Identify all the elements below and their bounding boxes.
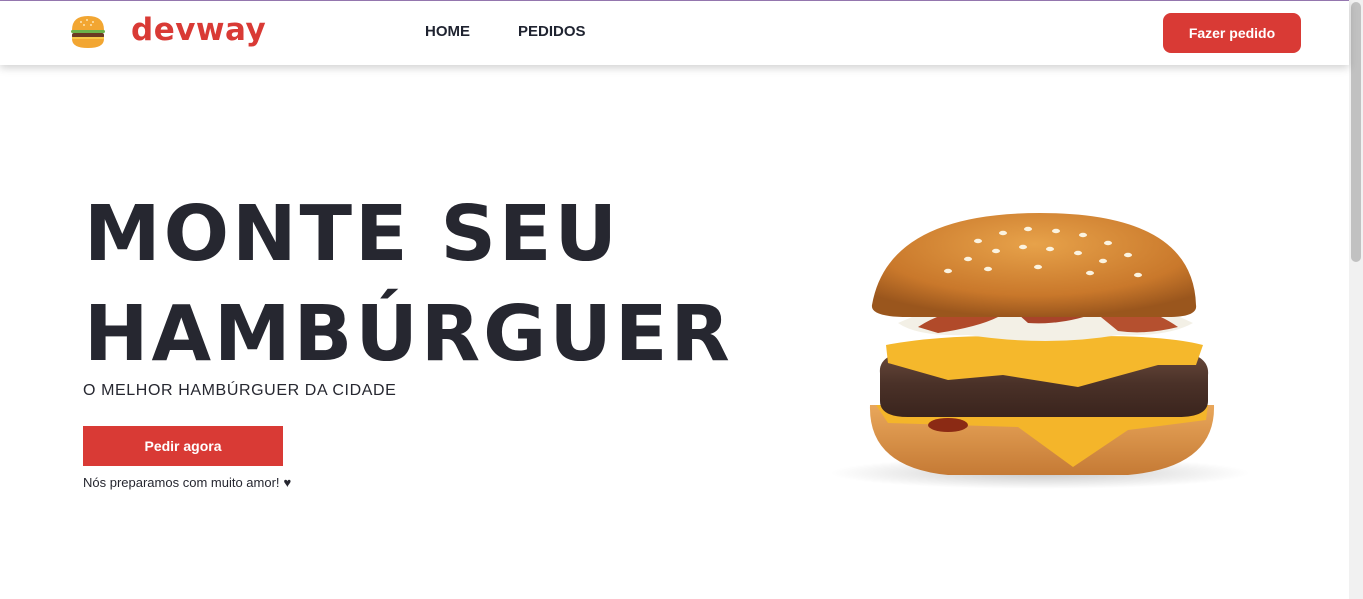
burger-logo-icon xyxy=(71,16,105,48)
hero-title-line-2: HAMBÚRGUER xyxy=(84,290,733,379)
burger-image xyxy=(830,213,1250,489)
scrollbar-thumb[interactable] xyxy=(1351,2,1361,262)
vertical-scrollbar[interactable] xyxy=(1349,0,1363,599)
brand-name[interactable]: devway xyxy=(131,12,266,48)
hero-title-line-1: MONTE SEU xyxy=(84,190,621,279)
hero-title: MONTE SEU HAMBÚRGUER xyxy=(84,185,733,385)
main-nav: HOME PEDIDOS xyxy=(425,23,586,40)
hero-subtitle: O MELHOR HAMBÚRGUER DA CIDADE xyxy=(83,382,397,399)
love-note-text: Nós preparamos com muito amor! xyxy=(83,475,280,490)
heart-icon: ♥ xyxy=(283,475,292,490)
header: devway HOME PEDIDOS Fazer pedido xyxy=(0,1,1349,65)
logo[interactable] xyxy=(69,13,107,51)
make-order-button[interactable]: Fazer pedido xyxy=(1163,13,1301,53)
page: devway HOME PEDIDOS Fazer pedido MONTE S… xyxy=(0,0,1363,599)
nav-link-home[interactable]: HOME xyxy=(425,23,470,40)
nav-link-pedidos[interactable]: PEDIDOS xyxy=(518,23,586,40)
love-note: Nós preparamos com muito amor! ♥ xyxy=(83,475,291,490)
order-now-button[interactable]: Pedir agora xyxy=(83,426,283,466)
